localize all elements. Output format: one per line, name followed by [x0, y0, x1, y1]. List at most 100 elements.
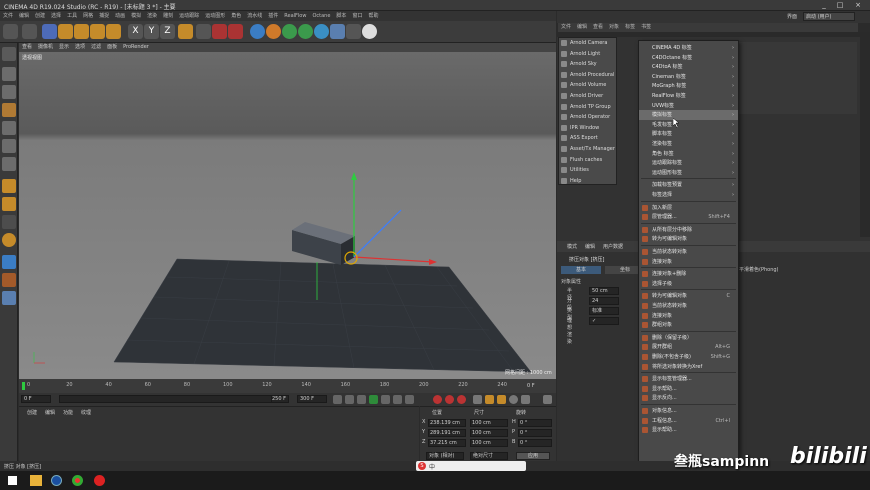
menu-item[interactable]: 选择: [48, 11, 64, 21]
plugin-menu-item[interactable]: Utilities: [559, 165, 616, 176]
menu-item[interactable]: 创建: [32, 11, 48, 21]
tab-basic[interactable]: 基本: [561, 266, 601, 274]
viewport-menu-item[interactable]: 选项: [72, 43, 88, 52]
context-menu-item[interactable]: 运动图形标签 ›: [639, 168, 738, 178]
context-menu-item[interactable]: 模拟标签 ›: [639, 110, 738, 121]
camera-icon[interactable]: [346, 24, 361, 39]
context-menu-item[interactable]: 脚本标签 ›: [639, 129, 738, 139]
param-key-icon[interactable]: [509, 395, 518, 404]
context-menu-item[interactable]: 渲染标签 ›: [639, 139, 738, 149]
size-mode-select[interactable]: 绝对尺寸: [470, 452, 508, 460]
chrome-icon[interactable]: [72, 475, 83, 486]
viewport-3d[interactable]: 透视视图 网格间距 : 1000 cm: [19, 52, 556, 379]
coord-rotation-field[interactable]: 0 °: [518, 429, 552, 437]
grid-icon[interactable]: [2, 255, 16, 269]
workplane-icon[interactable]: [2, 103, 16, 117]
coord-rotation-field[interactable]: 0 °: [518, 439, 552, 447]
rotate-tool-icon[interactable]: [90, 24, 105, 39]
context-menu-item[interactable]: 连接对象: [639, 257, 738, 267]
context-menu-item[interactable]: 标签选择 ›: [639, 190, 738, 200]
om-menu-item[interactable]: 查看: [590, 23, 606, 32]
material-tab[interactable]: 创建: [23, 409, 41, 416]
menu-item[interactable]: 雕刻: [160, 11, 176, 21]
context-menu-item[interactable]: C4DtoA 标签 ›: [639, 62, 738, 72]
next-frame-icon[interactable]: [381, 395, 390, 404]
context-menu-item[interactable]: 当前状态转对象: [639, 301, 738, 311]
context-menu-item[interactable]: RealFlow 标签 ›: [639, 91, 738, 101]
last-tool-icon[interactable]: [106, 24, 121, 39]
close-button[interactable]: ×: [852, 1, 864, 10]
move-tool-icon[interactable]: [58, 24, 73, 39]
attr-menu-item[interactable]: 模式: [563, 243, 581, 250]
coord-system-icon[interactable]: [178, 24, 193, 39]
frame-range-slider[interactable]: [59, 395, 289, 403]
layout-select[interactable]: 启动 (用户): [803, 12, 855, 21]
goto-end-icon[interactable]: [405, 395, 414, 404]
menu-item[interactable]: 编辑: [16, 11, 32, 21]
plugin-menu-item[interactable]: Arnold Sky: [559, 59, 616, 70]
redo-icon[interactable]: [22, 24, 37, 39]
windows-start-icon[interactable]: [8, 476, 17, 485]
pla-key-icon[interactable]: [521, 395, 530, 404]
attr-field-value[interactable]: 24: [589, 297, 619, 305]
apply-button[interactable]: 应用: [516, 452, 550, 460]
context-menu-item[interactable]: 展开群组 Alt+G: [639, 342, 738, 352]
coord-position-field[interactable]: 37.215 cm: [428, 439, 466, 447]
context-menu-item[interactable]: MoGraph 标签 ›: [639, 81, 738, 91]
playhead[interactable]: [22, 382, 25, 390]
attr-menu-item[interactable]: 编辑: [581, 243, 599, 250]
viewport-menu-item[interactable]: 摄像机: [35, 43, 56, 52]
context-menu-item[interactable]: 工程信息... Ctrl+I: [639, 416, 738, 426]
points-mode-icon[interactable]: [2, 121, 16, 135]
undo-icon[interactable]: [3, 24, 18, 39]
y-axis-icon[interactable]: Y: [144, 24, 159, 39]
context-menu-item[interactable]: 删除(不包含子级) Shift+G: [639, 352, 738, 362]
model-mode-icon[interactable]: [2, 67, 16, 81]
context-menu-item[interactable]: C4DOctane 标签 ›: [639, 53, 738, 63]
viewport-menu-item[interactable]: ProRender: [120, 43, 152, 52]
scale-key-icon[interactable]: [485, 395, 494, 404]
file-explorer-icon[interactable]: [30, 475, 42, 486]
context-menu-item[interactable]: 当前状态转对象: [639, 247, 738, 257]
context-menu-item[interactable]: 连接对象: [639, 311, 738, 321]
plugin-menu-item[interactable]: Arnold Operator: [559, 112, 616, 123]
context-menu-item[interactable]: 从所有层分中移除: [639, 225, 738, 235]
render-settings-icon[interactable]: [228, 24, 243, 39]
edges-mode-icon[interactable]: [2, 139, 16, 153]
context-menu-item[interactable]: 运动跟踪标签 ›: [639, 158, 738, 168]
ime-toolbar[interactable]: S 中: [416, 461, 526, 471]
prev-frame-icon[interactable]: [357, 395, 366, 404]
plugin-menu-item[interactable]: Arnold Camera: [559, 38, 616, 49]
timeline[interactable]: 0 20 40 60 80 100 120 140 160 180 200 220 240 0 F: [19, 379, 556, 393]
om-menu-item[interactable]: 标签: [622, 23, 638, 32]
om-menu-item[interactable]: 文件: [558, 23, 574, 32]
autokey-icon[interactable]: [445, 395, 454, 404]
coord-position-field[interactable]: 289.191 cm: [428, 429, 466, 437]
context-menu-item[interactable]: 将所选对象转换为Xref: [639, 362, 738, 372]
plugin-menu-item[interactable]: Help: [559, 176, 616, 187]
plugin-menu-item[interactable]: Arnold TP Group: [559, 102, 616, 113]
context-menu-item[interactable]: 连接对象+删除: [639, 269, 738, 279]
menu-item[interactable]: 插件: [265, 11, 281, 21]
viewport-menu-item[interactable]: 面板: [104, 43, 120, 52]
timeline-menu-icon[interactable]: [543, 395, 552, 404]
om-menu-item[interactable]: 书签: [638, 23, 654, 32]
snap-icon[interactable]: [2, 215, 16, 229]
plugin-menu-item[interactable]: Asset/Tx Manager: [559, 144, 616, 155]
material-tab[interactable]: 编辑: [41, 409, 59, 416]
render-picture-icon[interactable]: [212, 24, 227, 39]
context-menu-item[interactable]: 显示反向...: [639, 393, 738, 403]
render-view-icon[interactable]: [196, 24, 211, 39]
menu-item[interactable]: 渲染: [144, 11, 160, 21]
material-tab[interactable]: 纹理: [77, 409, 95, 416]
attr-field-value[interactable]: ✓: [589, 317, 619, 325]
select-tool-icon[interactable]: [42, 24, 57, 39]
keyframe-selection-icon[interactable]: [457, 395, 466, 404]
om-menu-item[interactable]: 对象: [606, 23, 622, 32]
menu-item[interactable]: 运动跟踪: [176, 11, 202, 21]
max-frame-field[interactable]: 300 F: [297, 395, 327, 403]
c4d-taskbar-icon[interactable]: [51, 475, 62, 486]
menu-item[interactable]: 动画: [112, 11, 128, 21]
menu-item[interactable]: RealFlow: [281, 11, 309, 21]
minimize-button[interactable]: _: [818, 1, 830, 10]
